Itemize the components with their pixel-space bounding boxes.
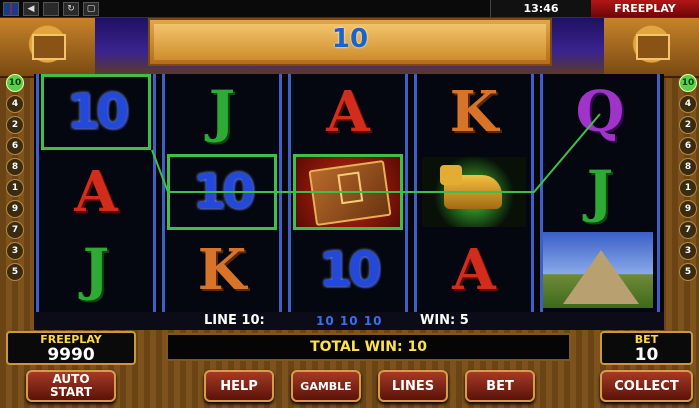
line-win-amount: WIN: 5 [420,313,469,328]
reel-area: 10 A J J 10 K A 10 K A Q J [34,74,664,312]
pyramid-symbol-icon [543,232,653,308]
payline-indicator[interactable]: 4 [6,95,24,113]
gamble-button[interactable]: GAMBLE [291,370,361,402]
payline-indicator[interactable]: 5 [679,263,697,281]
reel-2: J 10 K [162,74,282,312]
win-symbols: 10 10 10 [316,314,383,328]
reel-symbol-k: K [449,79,499,145]
bet-button[interactable]: BET [465,370,535,402]
payline-indicator[interactable]: 1 [679,179,697,197]
monkey-symbol-icon [419,154,529,230]
freeplay-mode-badge: FREEPLAY [591,0,699,17]
refresh-icon[interactable]: ↻ [63,2,79,16]
payline-indicator[interactable]: 7 [6,221,24,239]
reel-5: Q J [540,74,660,312]
help-button[interactable]: HELP [204,370,274,402]
freeplay-panel: FREEPLAY 9990 [6,331,136,365]
payline-indicator[interactable]: 3 [679,242,697,260]
collect-button[interactable]: COLLECT [600,370,693,402]
line-number: 10 [331,24,369,54]
reel-symbol-10: 10 [318,242,382,298]
payline-indicator[interactable]: 5 [6,263,24,281]
payline-indicator[interactable]: 2 [679,116,697,134]
reel-symbol-a: A [452,237,496,303]
reel-symbol-a: A [74,159,118,225]
win-line-label: LINE 10: [204,313,265,328]
payline-indicator[interactable]: 1 [6,179,24,197]
payline-indicator[interactable]: 9 [679,200,697,218]
payline-indicator[interactable]: 10 [6,74,24,92]
totem-left-icon [0,18,95,78]
payline-indicator[interactable]: 10 [679,74,697,92]
freeplay-credit: 9990 [47,345,95,365]
payline-indicators-right: 10 4 2 6 8 1 9 7 3 5 [679,74,699,281]
payline-indicator[interactable]: 6 [6,137,24,155]
book-symbol-icon [293,154,403,230]
payline-indicators-left: 10 4 2 6 8 1 9 7 3 5 [6,74,26,281]
flag-uk-icon[interactable] [3,2,19,16]
bet-panel: BET 10 [600,331,693,365]
bet-value: 10 [634,345,659,365]
reel-symbol-j: J [586,159,614,225]
clock: 13:46 [490,0,592,17]
payline-indicator[interactable]: 8 [679,158,697,176]
payline-indicator[interactable]: 3 [6,242,24,260]
status-bar: ◀ ↻ ▢ 13:46 FREEPLAY [0,0,699,18]
reel-symbol-10: 10 [167,154,277,230]
payline-indicator[interactable]: 8 [6,158,24,176]
reel-symbol-a: A [326,79,370,145]
reel-1: 10 A J [36,74,156,312]
total-win-display: TOTAL WIN: 10 [166,333,571,361]
line-display-panel: 10 [148,18,552,66]
auto-start-button[interactable]: AUTO START [26,370,116,402]
payline-indicator[interactable]: 2 [6,116,24,134]
reel-symbol-j: J [208,79,236,145]
payline-indicator[interactable]: 7 [679,221,697,239]
payline-indicator[interactable]: 4 [679,95,697,113]
screen-icon[interactable]: ▢ [83,2,99,16]
reel-4: K A [414,74,534,312]
reel-symbol-10: 10 [41,74,151,150]
lines-button[interactable]: LINES [378,370,448,402]
payline-indicator[interactable]: 6 [679,137,697,155]
payline-indicator[interactable]: 9 [6,200,24,218]
speaker-icon[interactable]: ◀ [23,2,39,16]
reel-3: A 10 [288,74,408,312]
reel-symbol-k: K [197,237,247,303]
reel-symbol-q: Q [575,79,625,145]
totem-right-icon [604,18,699,78]
blank-icon[interactable] [43,2,59,16]
win-info-bar: LINE 10: 10 10 10 WIN: 5 [34,312,664,330]
reel-symbol-j: J [82,237,110,303]
